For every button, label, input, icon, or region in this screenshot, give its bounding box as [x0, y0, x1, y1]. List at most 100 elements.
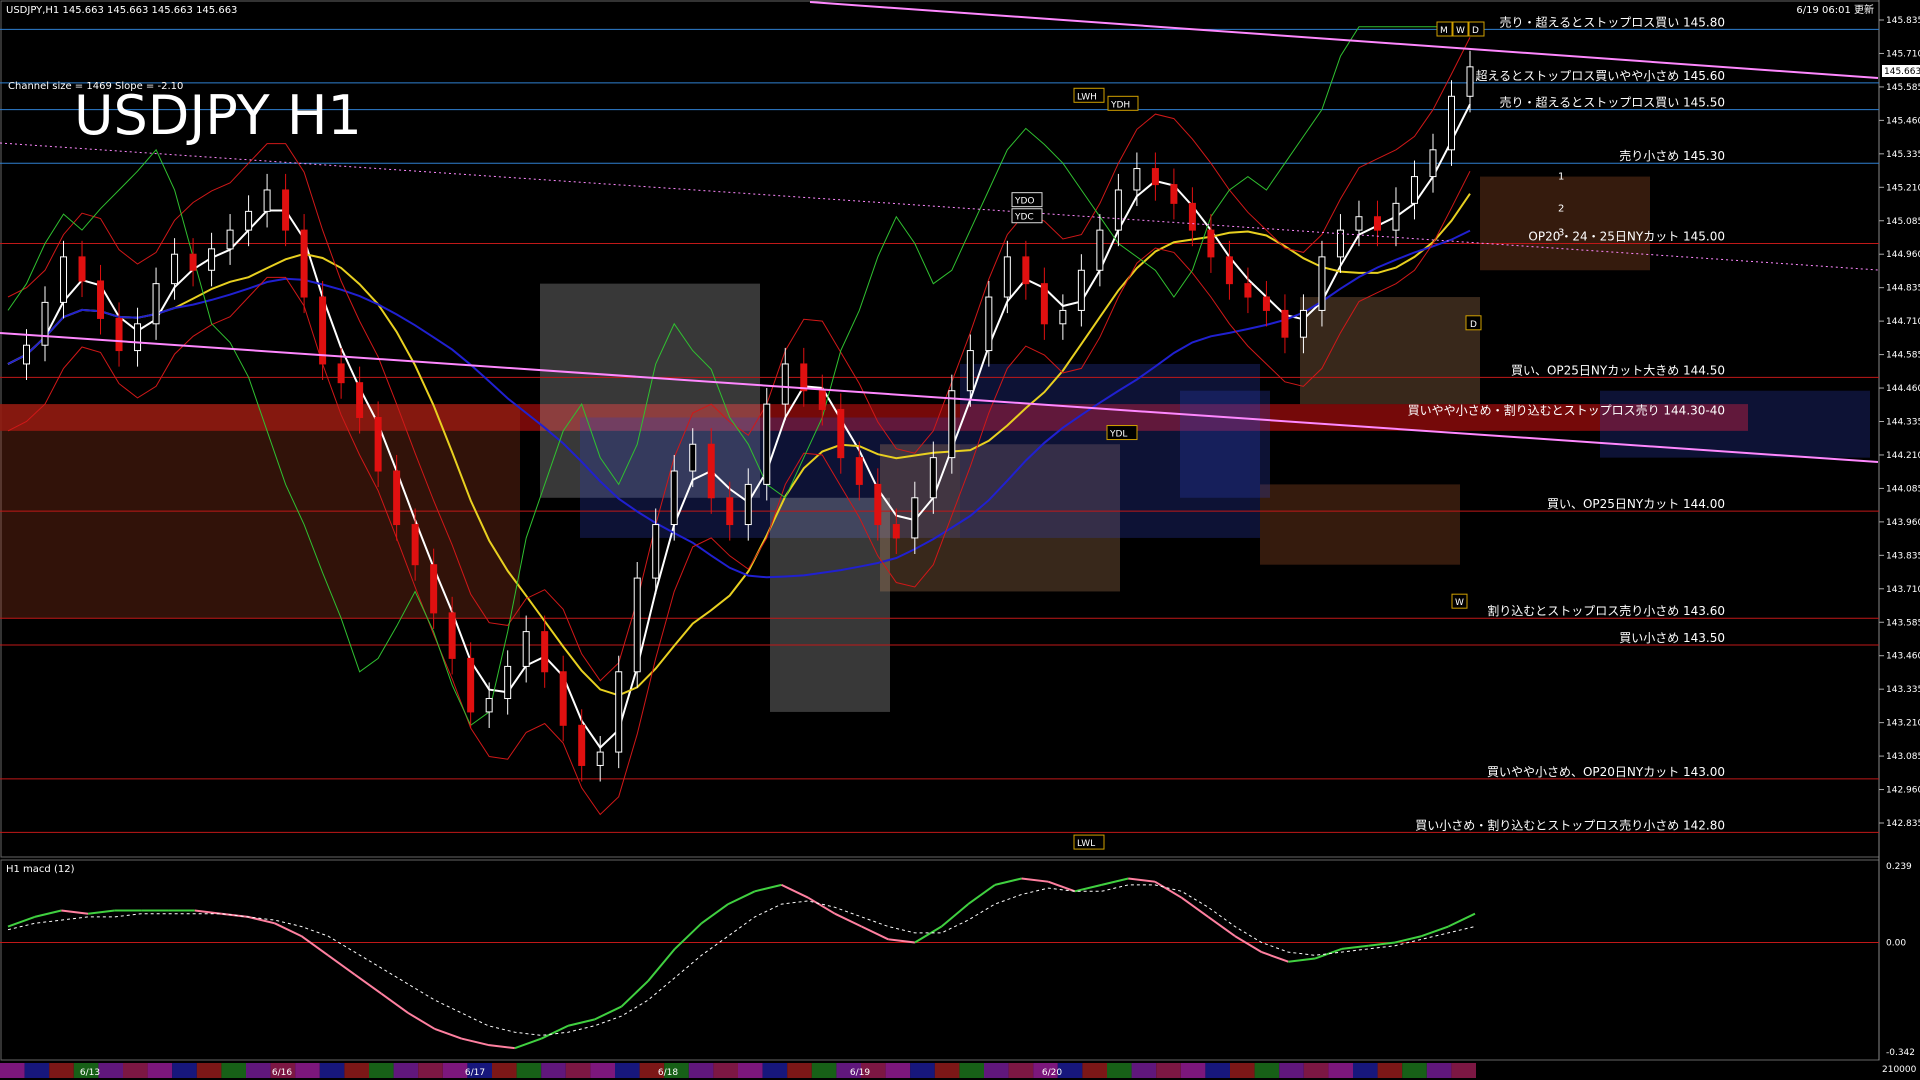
mwd-label: W	[1456, 26, 1465, 36]
candle-body	[615, 671, 623, 753]
axis-label: 144.210	[1886, 451, 1920, 461]
candle-body	[411, 524, 419, 566]
candle-body	[337, 363, 345, 384]
date-cell	[959, 1063, 984, 1078]
candle-body	[837, 408, 845, 459]
candle-body	[319, 296, 327, 365]
date-cell	[0, 1063, 25, 1078]
date-cell	[934, 1063, 960, 1078]
date-cell	[49, 1063, 74, 1078]
tag-label: YDH	[1110, 100, 1130, 110]
date-cell	[984, 1063, 1009, 1078]
level-label: 買いやや小さめ、OP20日NYカット 143.00	[1487, 765, 1725, 779]
level-label: 売り・超えるとストップロス買い 145.80	[1500, 14, 1725, 29]
candle-body	[1114, 189, 1122, 231]
date-cell	[1107, 1063, 1132, 1078]
w-marker-label: W	[1455, 598, 1464, 608]
candle-body	[1170, 184, 1178, 204]
axis-label: 144.585	[1886, 351, 1920, 361]
axis-label: 143.085	[1886, 752, 1920, 762]
candle-body	[1151, 168, 1159, 186]
candle-body	[97, 280, 105, 319]
trading-chart: 売り・超えるとストップロス買い 145.80 超えるとストップロス買いやや小さめ …	[0, 0, 1920, 1078]
date-cell	[885, 1063, 911, 1078]
candle-body	[78, 256, 86, 282]
axis-label: 145.335	[1886, 150, 1920, 160]
candle-body	[1466, 66, 1474, 97]
timestamp: 6/19 06:01 更新	[1796, 3, 1874, 16]
axis-label: 143.210	[1886, 719, 1920, 729]
date-cell	[344, 1063, 369, 1078]
date-cell	[541, 1063, 566, 1078]
candle-body	[1059, 309, 1067, 325]
macd-panel	[0, 859, 1880, 1061]
date-strip: 6/13 6/16 6/17 6/18 6/19 6/20	[0, 1063, 1476, 1078]
axis-label: 144.460	[1886, 384, 1920, 394]
candle-body	[1373, 216, 1381, 231]
candle-body	[245, 210, 253, 231]
date-cell	[98, 1063, 123, 1078]
candle-body	[152, 283, 160, 325]
candle-body	[1410, 176, 1418, 204]
axis-label: 142.960	[1886, 786, 1920, 796]
candle-body	[948, 390, 956, 459]
date-cell	[221, 1063, 246, 1078]
level-label: 割り込むとストップロス売り小さめ 143.60	[1487, 603, 1725, 618]
level-label: 買い小さめ・割り込むとストップロス売り小さめ 142.80	[1415, 817, 1725, 832]
candle-body	[467, 657, 475, 713]
level-label: 買い、OP25日NYカット 144.00	[1547, 497, 1725, 511]
candle-body	[171, 253, 179, 285]
candle-body	[1096, 229, 1104, 271]
candle-body	[1244, 283, 1252, 298]
candle-body	[115, 317, 123, 352]
candle-body	[744, 483, 752, 526]
axis-label: 142.835	[1886, 819, 1920, 829]
candle-body	[596, 751, 604, 766]
candle-body	[1392, 202, 1400, 231]
macd-axis-label: 0.239	[1886, 862, 1912, 872]
axis-label: 143.835	[1886, 551, 1920, 561]
candle-body	[929, 457, 937, 499]
level-label: 超えるとストップロス買いやや小さめ 145.60	[1476, 68, 1725, 83]
cloud-area	[1260, 484, 1460, 565]
axis-label: 145.210	[1886, 183, 1920, 193]
candle-body	[393, 470, 401, 526]
axis-label: 143.585	[1886, 618, 1920, 628]
candle-body	[356, 382, 364, 418]
candle-body	[670, 470, 678, 526]
candle-body	[1262, 296, 1270, 311]
date-label: 6/19	[850, 1068, 870, 1078]
date-cell	[1008, 1063, 1034, 1078]
date-cell	[147, 1063, 173, 1078]
axis-label: 145.835	[1886, 16, 1920, 26]
date-label: 6/18	[658, 1068, 678, 1078]
candle-body	[874, 483, 882, 526]
axis-label: 144.710	[1886, 317, 1920, 327]
candle-body	[60, 256, 68, 303]
date-cell	[787, 1063, 812, 1078]
cloud-area	[1300, 297, 1480, 405]
candle-body	[1299, 309, 1307, 338]
cloud-area	[1180, 390, 1270, 498]
cloud-area	[1480, 176, 1650, 271]
date-cell	[1303, 1063, 1329, 1078]
date-cell	[418, 1063, 443, 1078]
candle-body	[818, 390, 826, 410]
axis-label: 145.085	[1886, 217, 1920, 227]
line-label: 1	[1558, 171, 1564, 182]
axis-label: 143.335	[1886, 685, 1920, 695]
date-cell	[762, 1063, 788, 1078]
date-cell	[565, 1063, 591, 1078]
candle-body	[1355, 216, 1363, 231]
candle-body	[263, 189, 271, 212]
candle-body	[707, 443, 715, 499]
date-cell	[1451, 1063, 1476, 1078]
candle-body	[726, 497, 734, 526]
level-label: 買い、OP25日NYカット大きめ 144.50	[1511, 363, 1725, 377]
date-label: 6/17	[465, 1068, 485, 1078]
candle-body	[1429, 149, 1437, 178]
axis-label: 145.710	[1886, 49, 1920, 59]
date-cell	[1082, 1063, 1107, 1078]
candle-body	[800, 363, 808, 392]
date-cell	[246, 1063, 271, 1078]
